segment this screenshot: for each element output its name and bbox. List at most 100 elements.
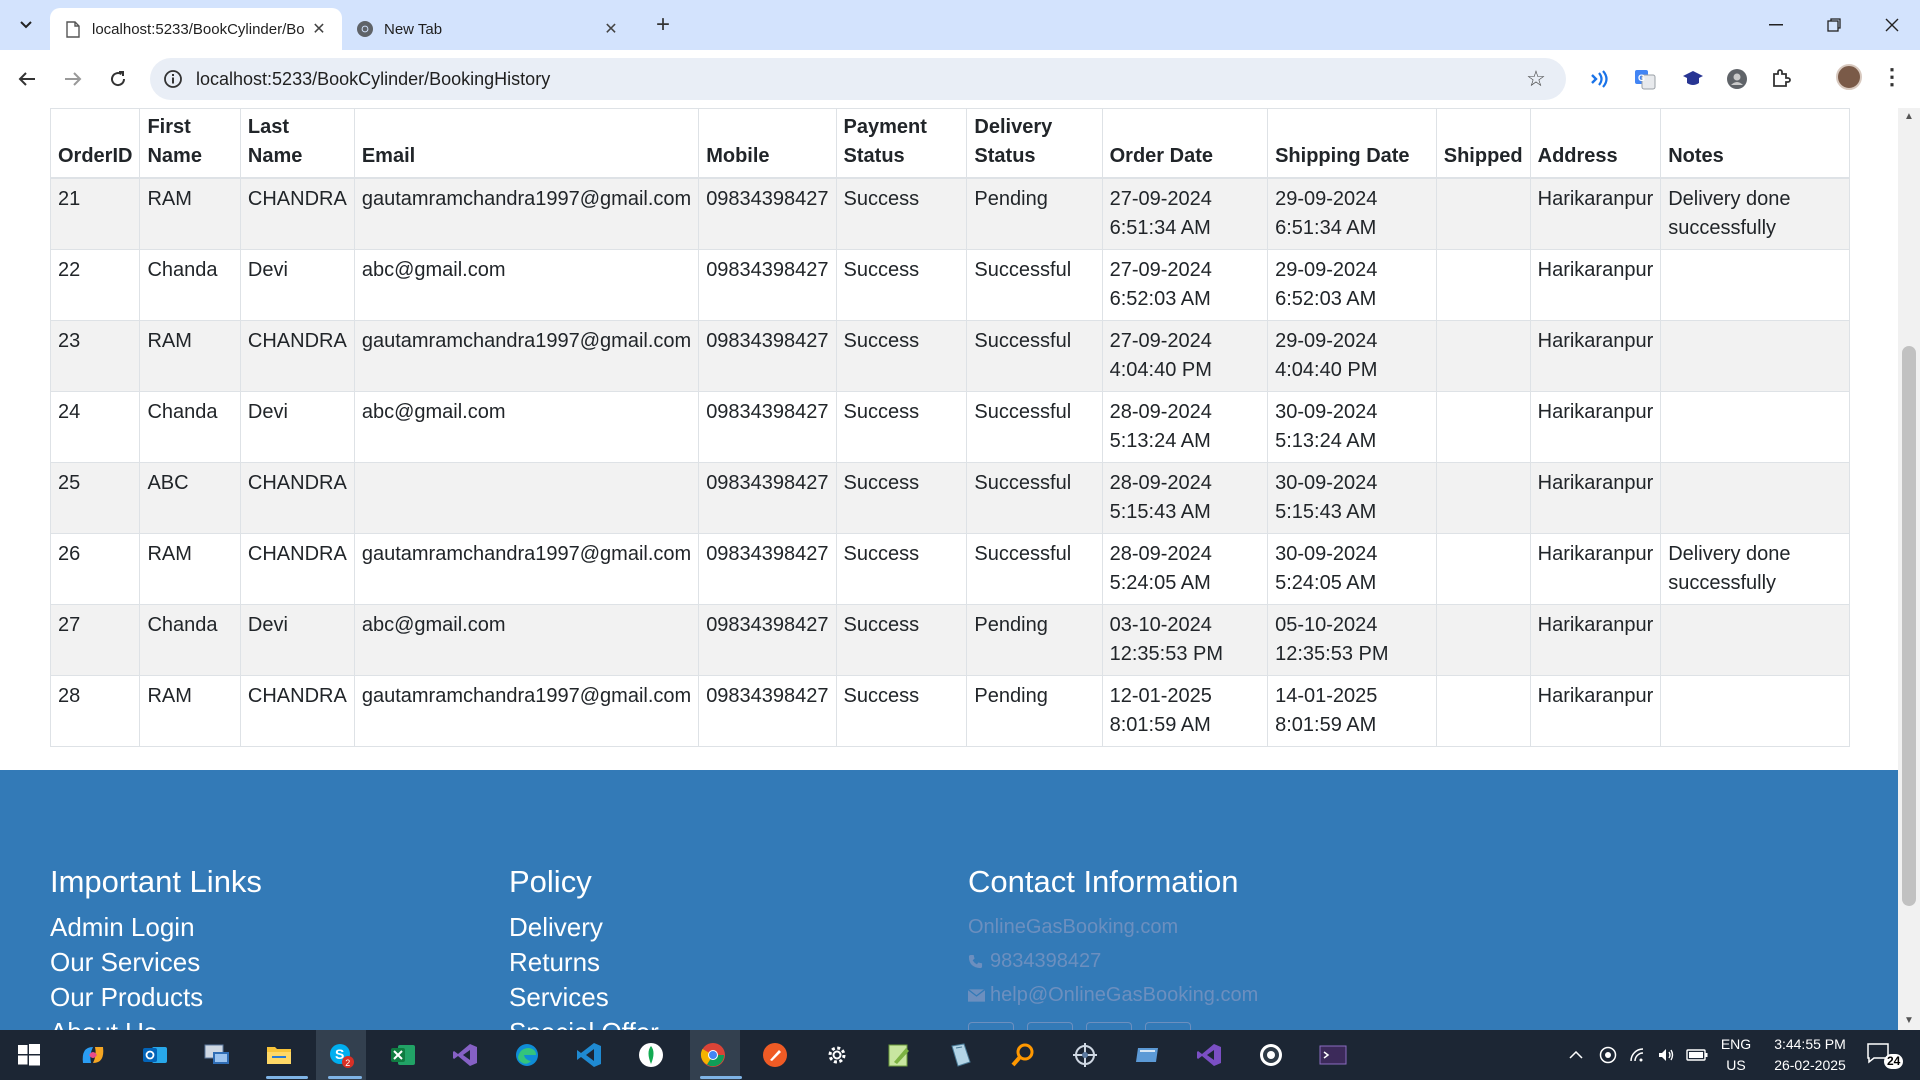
graduation-cap-extension-icon[interactable] (1680, 66, 1706, 92)
footer-link-delivery[interactable]: Delivery (509, 910, 659, 945)
cell-delivery-status: Pending (966, 177, 1103, 250)
cell-mobile: 09834398427 (698, 462, 837, 534)
meet-now-icon[interactable] (1594, 1030, 1622, 1080)
scroll-up-arrow-icon[interactable]: ▲ (1902, 110, 1916, 124)
cell-last-name: Devi (239, 391, 355, 463)
taskbar-library-icon[interactable] (944, 1038, 978, 1072)
reload-button[interactable] (103, 64, 133, 94)
tab-new-tab[interactable]: New Tab ✕ (342, 8, 634, 50)
cell-delivery-status: Successful (966, 533, 1103, 605)
cell-email: abc@gmail.com (353, 604, 700, 676)
taskbar-copilot-icon[interactable] (76, 1038, 110, 1072)
extensions-puzzle-icon[interactable] (1768, 66, 1794, 92)
tab-search-button[interactable] (12, 11, 40, 39)
taskbar-chrome-icon[interactable] (696, 1038, 730, 1072)
taskbar-start-icon[interactable] (12, 1038, 46, 1072)
social-facebook-button[interactable] (968, 1022, 1014, 1030)
read-aloud-extension-icon[interactable] (1586, 66, 1612, 92)
tab-title: New Tab (384, 20, 443, 38)
taskbar-mongodb-compass-icon[interactable] (634, 1038, 668, 1072)
wifi-icon[interactable] (1624, 1030, 1652, 1080)
footer-link-our-services[interactable]: Our Services (50, 945, 262, 980)
tab-close-icon[interactable]: ✕ (308, 18, 330, 40)
footer-policy: Policy Delivery Returns Services Special… (509, 770, 659, 1030)
taskbar-visual-studio-icon[interactable] (448, 1038, 482, 1072)
battery-icon[interactable] (1682, 1030, 1712, 1080)
footer-link-special-offer[interactable]: Special Offer (509, 1015, 659, 1030)
close-window-button[interactable] (1864, 0, 1920, 50)
taskbar-edge-icon[interactable] (510, 1038, 544, 1072)
cell-mobile: 09834398427 (698, 320, 837, 392)
scroll-down-arrow-icon[interactable]: ▼ (1902, 1014, 1916, 1028)
taskbar-settings-icon[interactable] (820, 1038, 854, 1072)
table-row: 22 Chanda Devi abc@gmail.com 09834398427 Succ… (49, 249, 1850, 321)
browser-menu-icon[interactable]: ⋮ (1880, 64, 1904, 90)
footer-link-returns[interactable]: Returns (509, 945, 659, 980)
profile-avatar[interactable] (1836, 64, 1862, 90)
social-youtube-button[interactable] (1145, 1022, 1191, 1030)
taskbar-postman-icon[interactable] (758, 1038, 792, 1072)
footer-link-about-us[interactable]: About Us (50, 1015, 262, 1030)
taskbar-clock[interactable]: 3:44:55 PM 26-02-2025 (1760, 1034, 1860, 1076)
browser-toolbar: localhost:5233/BookCylinder/BookingHisto… (0, 50, 1920, 143)
cell-shipping-date: 29-09-2024 6:52:03 AM (1267, 249, 1437, 321)
footer-heading-contact: Contact Information (968, 864, 1239, 899)
taskbar-skype-icon[interactable]: S2 (324, 1038, 358, 1072)
minimize-button[interactable] (1748, 0, 1804, 50)
taskbar-excel-icon[interactable] (386, 1038, 420, 1072)
social-twitter-button[interactable] (1027, 1022, 1073, 1030)
forward-button[interactable] (58, 64, 88, 94)
cell-notes (1660, 462, 1850, 534)
taskbar-globe-tool-icon[interactable] (1068, 1038, 1102, 1072)
site-info-icon[interactable] (162, 68, 184, 90)
footer-link-services[interactable]: Services (509, 980, 659, 1015)
taskbar-file-explorer-icon[interactable] (262, 1038, 296, 1072)
taskbar-search-tool-icon[interactable] (1006, 1038, 1040, 1072)
tab-booking-history[interactable]: localhost:5233/BookCylinder/Bo ✕ (50, 8, 342, 50)
social-instagram-button[interactable] (1086, 1022, 1132, 1030)
taskbar-notepad-plus-plus-icon[interactable] (882, 1038, 916, 1072)
page-favicon-icon (64, 20, 82, 38)
back-button[interactable] (12, 64, 42, 94)
taskbar-terminal-icon[interactable] (1316, 1038, 1350, 1072)
url-text[interactable]: localhost:5233/BookCylinder/BookingHisto… (196, 58, 550, 100)
cell-shipped (1435, 604, 1531, 676)
cell-notes: Delivery done successfully (1660, 533, 1850, 605)
table-row: 25 ABC CHANDRA 09834398427 Success Successful… (49, 462, 1850, 534)
cell-address: Harikaranpur (1529, 249, 1662, 321)
taskbar-github-desktop-icon[interactable] (1254, 1038, 1288, 1072)
cell-address: Harikaranpur (1529, 177, 1662, 250)
show-hidden-icons[interactable] (1562, 1030, 1590, 1080)
taskbar-visual-studio-preview-icon[interactable] (1192, 1038, 1226, 1072)
new-tab-button[interactable]: + (650, 11, 676, 38)
taskbar-drive-icon[interactable] (1130, 1038, 1164, 1072)
footer-link-our-products[interactable]: Our Products (50, 980, 262, 1015)
cell-notes (1660, 320, 1850, 392)
address-bar[interactable]: localhost:5233/BookCylinder/BookingHisto… (150, 58, 1566, 100)
profile-extension-icon[interactable] (1724, 66, 1750, 92)
google-translate-extension-icon[interactable]: G (1632, 66, 1658, 92)
cell-first-name: ABC (139, 462, 241, 534)
language-indicator[interactable]: ENG US (1718, 1034, 1754, 1076)
cell-mobile: 09834398427 (698, 604, 837, 676)
restore-button[interactable] (1806, 0, 1862, 50)
footer-link-admin-login[interactable]: Admin Login (50, 910, 262, 945)
chrome-favicon-icon (356, 20, 374, 38)
page-scrollbar[interactable]: ▲ ▼ (1898, 108, 1920, 1030)
tab-close-icon[interactable]: ✕ (600, 18, 622, 40)
volume-icon[interactable] (1652, 1030, 1680, 1080)
taskbar-outlook-icon[interactable] (138, 1038, 172, 1072)
cell-mobile: 09834398427 (698, 177, 837, 250)
bookmark-star-icon[interactable]: ☆ (1524, 66, 1548, 91)
cell-order-id: 26 (49, 533, 141, 605)
arrow-left-icon (18, 72, 35, 86)
contact-site: OnlineGasBooking.com (968, 916, 1179, 938)
cell-shipped (1435, 391, 1531, 463)
taskbar-vscode-icon[interactable] (572, 1038, 606, 1072)
taskbar-remote-desktop-icon[interactable] (200, 1038, 234, 1072)
cell-order-id: 22 (49, 249, 141, 321)
cell-mobile: 09834398427 (698, 533, 837, 605)
tab-title: localhost:5233/BookCylinder/Bo (92, 20, 305, 38)
scroll-thumb[interactable] (1902, 346, 1916, 906)
taskbar-running-indicator (700, 1076, 742, 1079)
